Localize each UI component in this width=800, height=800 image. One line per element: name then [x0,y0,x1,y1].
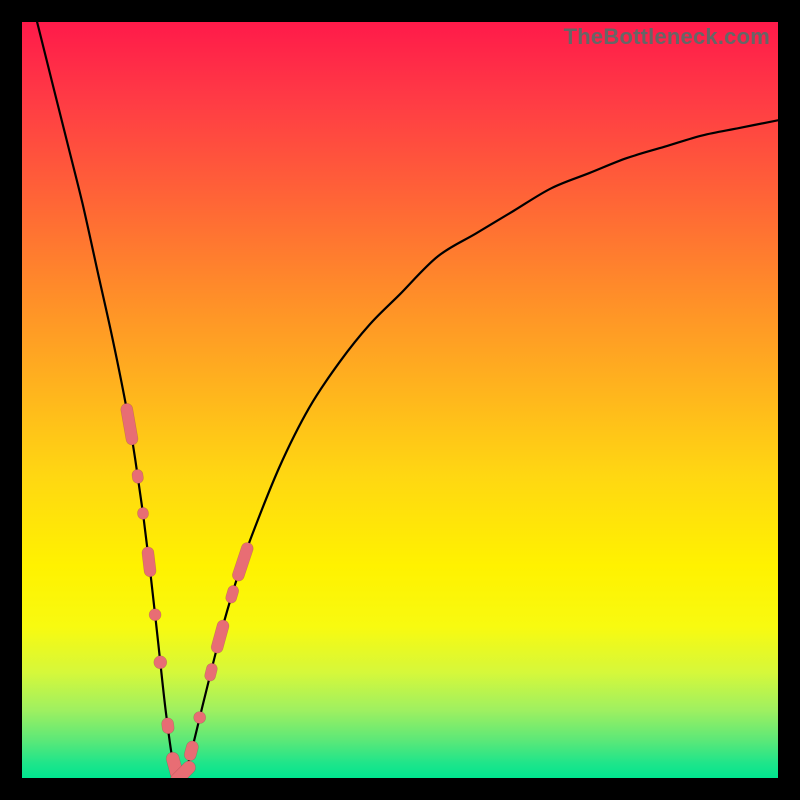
data-point-marker [120,402,139,445]
data-point-marker [149,609,161,621]
data-point-marker [161,717,175,734]
data-point-marker [154,656,167,669]
chart-plot-area: TheBottleneck.com [22,22,778,778]
data-point-marker [203,662,218,682]
data-point-marker [131,469,144,484]
data-point-marker [194,712,206,724]
watermark-text: TheBottleneck.com [564,24,770,50]
data-point-marker [141,546,156,577]
bottleneck-chart [22,22,778,778]
data-point-marker [224,584,240,604]
data-point-marker [137,507,149,520]
data-point-marker [210,619,231,655]
data-point-marker [183,740,200,762]
data-point-marker [231,541,255,583]
data-point-markers [120,402,255,778]
bottleneck-curve [37,22,778,778]
